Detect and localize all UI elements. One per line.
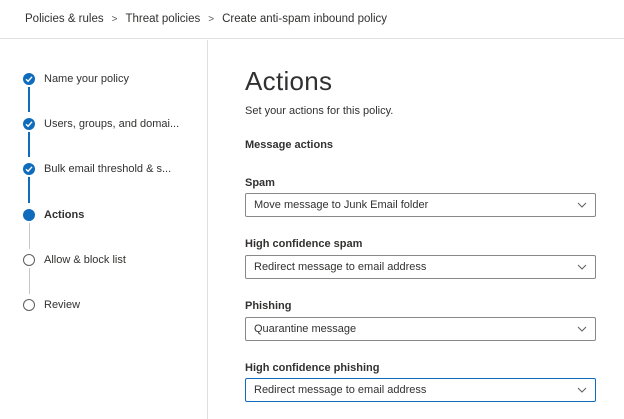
wizard-step-label: Name your policy	[44, 73, 129, 85]
phishing-label: Phishing	[245, 300, 292, 312]
wizard-step-label: Users, groups, and domai...	[44, 118, 180, 130]
breadcrumb: Policies & rules > Threat policies > Cre…	[0, 0, 624, 39]
step-connector	[28, 268, 30, 294]
wizard-step-label: Actions	[44, 209, 85, 221]
wizard-step-actions[interactable]: Actions	[0, 204, 207, 226]
chevron-down-icon	[577, 387, 587, 393]
dropdown-value: Quarantine message	[254, 323, 357, 335]
current-step-dot-icon	[23, 209, 35, 221]
empty-step-circle-icon	[23, 254, 35, 266]
wizard-step-name-policy[interactable]: Name your policy	[0, 68, 207, 90]
high-confidence-spam-action-dropdown[interactable]: Redirect message to email address	[245, 255, 596, 279]
step-connector	[28, 87, 30, 112]
wizard-step-bulk-email-threshold[interactable]: Bulk email threshold & s...	[0, 158, 207, 180]
section-heading-message-actions: Message actions	[245, 139, 334, 151]
step-connector	[28, 177, 30, 203]
dropdown-value: Redirect message to email address	[254, 384, 427, 396]
spam-label: Spam	[245, 177, 275, 189]
page-title: Actions	[245, 66, 333, 96]
empty-step-circle-icon	[23, 299, 35, 311]
breadcrumb-threat-policies[interactable]: Threat policies	[125, 13, 200, 25]
wizard-step-label: Bulk email threshold & s...	[44, 163, 172, 175]
wizard-step-users-groups-domains[interactable]: Users, groups, and domai...	[0, 113, 207, 135]
checkmark-icon	[23, 73, 35, 85]
step-connector	[28, 223, 30, 249]
chevron-down-icon	[577, 326, 587, 332]
chevron-right-icon: >	[208, 13, 215, 25]
wizard-step-review[interactable]: Review	[0, 294, 207, 316]
page-subtitle: Set your actions for this policy.	[245, 105, 394, 117]
wizard-step-label: Allow & block list	[44, 254, 126, 266]
checkmark-icon	[23, 118, 35, 130]
high-confidence-phishing-label: High confidence phishing	[245, 362, 380, 374]
phishing-action-dropdown[interactable]: Quarantine message	[245, 317, 596, 341]
dropdown-value: Redirect message to email address	[254, 261, 427, 273]
high-confidence-phishing-action-dropdown[interactable]: Redirect message to email address	[245, 378, 596, 402]
dropdown-value: Move message to Junk Email folder	[254, 199, 429, 211]
chevron-right-icon: >	[111, 13, 118, 25]
high-confidence-spam-label: High confidence spam	[245, 238, 363, 250]
spam-action-dropdown[interactable]: Move message to Junk Email folder	[245, 193, 596, 217]
wizard-step-allow-block-list[interactable]: Allow & block list	[0, 249, 207, 271]
wizard-steps-sidebar: Name your policy Users, groups, and doma…	[0, 40, 208, 419]
chevron-down-icon	[577, 264, 587, 270]
breadcrumb-policies-rules[interactable]: Policies & rules	[25, 13, 104, 25]
breadcrumb-current-page: Create anti-spam inbound policy	[222, 13, 388, 25]
chevron-down-icon	[577, 202, 587, 208]
wizard-step-label: Review	[44, 299, 81, 311]
step-connector	[28, 132, 30, 157]
checkmark-icon	[23, 163, 35, 175]
